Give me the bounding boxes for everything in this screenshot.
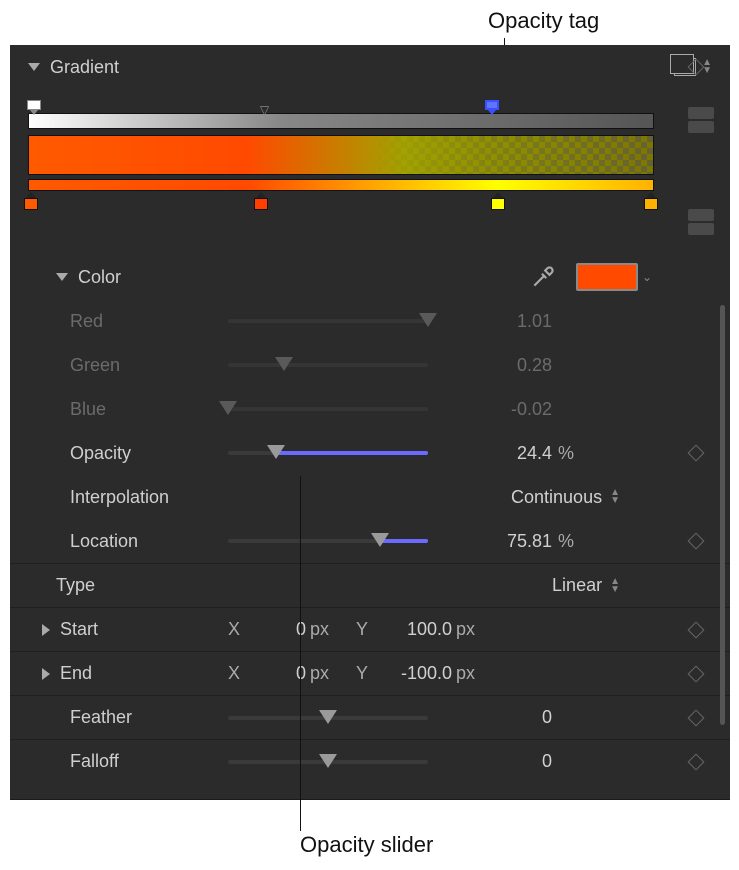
keyframe-icon[interactable] — [688, 533, 705, 550]
eyedropper-icon[interactable] — [530, 264, 556, 290]
end-label: End — [60, 663, 210, 684]
keyframe-icon[interactable] — [688, 621, 705, 638]
opacity-label: Opacity — [70, 443, 228, 464]
gradient-preview-bar[interactable] — [28, 135, 654, 175]
type-popup-icon[interactable]: ▲▼ — [610, 578, 620, 594]
color-tag[interactable] — [491, 192, 505, 210]
y-label: Y — [356, 619, 368, 640]
type-value[interactable]: Linear — [228, 575, 604, 596]
color-section-title: Color — [78, 267, 530, 288]
scrollbar[interactable] — [720, 305, 725, 725]
opacity-slider[interactable] — [228, 443, 428, 463]
type-row: Type Linear ▲▼ — [10, 563, 730, 607]
green-value[interactable]: 0.28 — [428, 355, 558, 376]
falloff-row: Falloff 0 — [10, 739, 730, 783]
keyframe-icon[interactable] — [688, 709, 705, 726]
red-slider[interactable] — [228, 311, 428, 331]
green-row: Green 0.28 — [10, 343, 730, 387]
opacity-distribute-icons[interactable] — [688, 107, 714, 133]
interpolation-popup-icon[interactable]: ▲▼ — [610, 489, 620, 505]
feather-value[interactable]: 0 — [428, 707, 558, 728]
unit-px: px — [310, 619, 338, 640]
unit-px: px — [310, 663, 338, 684]
opacity-unit: % — [558, 443, 598, 464]
opacity-row: Opacity 24.4 % — [10, 431, 730, 475]
opacity-tag-selected[interactable] — [485, 100, 499, 114]
section-header-color[interactable]: Color ⌄ — [10, 255, 730, 299]
disclosure-triangle-icon[interactable] — [42, 668, 50, 680]
end-x-value[interactable]: 0 — [246, 663, 306, 684]
section-title: Gradient — [50, 57, 674, 78]
falloff-slider[interactable] — [228, 752, 428, 772]
interpolation-row: Interpolation Continuous ▲▼ — [10, 475, 730, 519]
color-distribute-icons[interactable] — [688, 209, 714, 235]
falloff-value[interactable]: 0 — [428, 751, 558, 772]
x-label: X — [228, 663, 240, 684]
start-y-value[interactable]: 100.0 — [374, 619, 452, 640]
section-header-gradient[interactable]: Gradient ▲▼ — [10, 45, 730, 89]
green-label: Green — [70, 355, 228, 376]
color-tag[interactable] — [24, 192, 38, 210]
start-label: Start — [60, 619, 210, 640]
blue-slider[interactable] — [228, 399, 428, 419]
disclosure-triangle-icon[interactable] — [56, 273, 68, 281]
location-value[interactable]: 75.81 — [428, 531, 558, 552]
gradient-inspector-panel: Gradient ▲▼ ▽ — [10, 45, 730, 800]
color-swatch[interactable] — [576, 263, 638, 291]
opacity-tag[interactable] — [27, 100, 41, 114]
end-y-value[interactable]: -100.0 — [374, 663, 452, 684]
blue-row: Blue -0.02 — [10, 387, 730, 431]
location-slider[interactable] — [228, 531, 428, 551]
opacity-value[interactable]: 24.4 — [428, 443, 558, 464]
feather-slider[interactable] — [228, 708, 428, 728]
falloff-label: Falloff — [70, 751, 228, 772]
gradient-editor: ▽ — [10, 89, 730, 255]
color-tag[interactable] — [644, 192, 658, 210]
callout-line — [300, 476, 301, 831]
opacity-gradient-bar[interactable]: ▽ — [28, 113, 654, 129]
end-row: End X 0 px Y -100.0 px — [10, 651, 730, 695]
color-tag[interactable] — [254, 192, 268, 210]
feather-label: Feather — [70, 707, 228, 728]
location-row: Location 75.81 % — [10, 519, 730, 563]
red-label: Red — [70, 311, 228, 332]
y-label: Y — [356, 663, 368, 684]
callout-opacity-slider: Opacity slider — [300, 832, 433, 858]
color-popup-chevron-icon[interactable]: ⌄ — [642, 270, 652, 284]
blue-value[interactable]: -0.02 — [428, 399, 558, 420]
disclosure-triangle-icon[interactable] — [42, 624, 50, 636]
green-slider[interactable] — [228, 355, 428, 375]
unit-px: px — [456, 663, 484, 684]
blue-label: Blue — [70, 399, 228, 420]
interpolation-value[interactable]: Continuous — [228, 487, 604, 508]
callout-opacity-tag: Opacity tag — [488, 8, 599, 34]
location-label: Location — [70, 531, 228, 552]
keyframe-icon[interactable] — [688, 665, 705, 682]
location-unit: % — [558, 531, 598, 552]
disclosure-triangle-icon[interactable] — [28, 63, 40, 71]
red-row: Red 1.01 — [10, 299, 730, 343]
red-value[interactable]: 1.01 — [428, 311, 558, 332]
start-x-value[interactable]: 0 — [246, 619, 306, 640]
start-row: Start X 0 px Y 100.0 px — [10, 607, 730, 651]
unit-px: px — [456, 619, 484, 640]
interpolation-label: Interpolation — [70, 487, 228, 508]
keyframe-icon[interactable] — [688, 445, 705, 462]
color-gradient-bar[interactable] — [28, 179, 654, 191]
x-label: X — [228, 619, 240, 640]
feather-row: Feather 0 — [10, 695, 730, 739]
type-label: Type — [56, 575, 228, 596]
opacity-midpoint-icon[interactable]: ▽ — [260, 103, 269, 117]
keyframe-icon[interactable] — [688, 753, 705, 770]
